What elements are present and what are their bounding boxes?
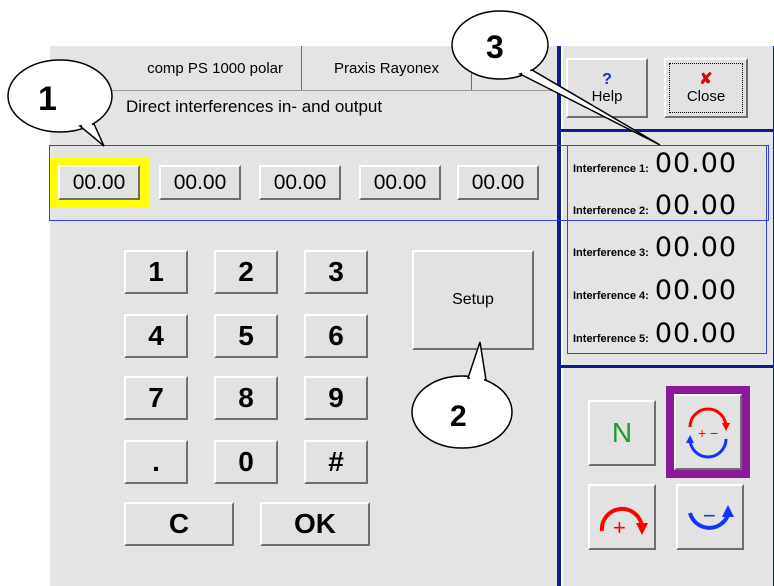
key-8[interactable]: 8 [214,376,278,420]
interference-label: Interference 2: [573,205,649,217]
plus-minus-cycle-icon: + − [686,407,730,459]
key-7[interactable]: 7 [124,376,188,420]
value-box-3[interactable]: 00.00 [259,165,341,200]
key-2[interactable]: 2 [214,250,278,294]
key-3[interactable]: 3 [304,250,368,294]
interference-label: Interference 5: [573,333,649,345]
interference-label: Interference 4: [573,290,649,302]
key-decimal[interactable]: . [124,440,188,484]
tab-label: comp PS 1000 polar [147,59,283,77]
plus-mode-button[interactable]: + [588,484,656,550]
interference-value: 00.00 [654,190,738,221]
divider-vertical-left [557,46,561,586]
clear-button[interactable]: C [124,502,234,546]
key-hash[interactable]: # [304,440,368,484]
interference-value: 00.00 [654,275,738,306]
divider-horizontal-1 [561,129,774,132]
interference-row-3: Interference 3: 00.00 [573,232,737,263]
key-5[interactable]: 5 [214,314,278,358]
page-title: Direct interferences in- and output [126,97,383,116]
value-box-1[interactable]: 00.00 [58,165,140,200]
ok-button[interactable]: OK [260,502,370,546]
minus-mode-button[interactable]: − [676,484,744,550]
key-6[interactable]: 6 [304,314,368,358]
divider-horizontal-2 [561,365,774,368]
plus-sign: + [698,425,706,441]
interference-label: Interference 1: [573,163,649,175]
key-1[interactable]: 1 [124,250,188,294]
help-button[interactable]: ? Help [566,58,648,118]
minus-arc-icon: − [688,503,734,530]
tab-comp-ps-1000-polar[interactable]: comp PS 1000 polar [50,46,302,90]
interference-value: 00.00 [654,232,738,263]
plus-arc-icon: + [599,506,648,540]
close-label: Close [686,87,726,105]
minus-sign: − [710,425,718,441]
question-icon: ? [602,70,612,88]
tab-label: Praxis Rayonex [333,59,440,77]
tab-underline [50,90,557,91]
interference-row-1: Interference 1: 00.00 [573,148,737,179]
close-x-icon: ✘ [699,70,713,88]
setup-button[interactable]: Setup [412,250,534,350]
value-box-2[interactable]: 00.00 [159,165,241,200]
interference-value: 00.00 [654,318,738,349]
key-9[interactable]: 9 [304,376,368,420]
help-label: Help [591,87,623,105]
value-box-5[interactable]: 00.00 [457,165,539,200]
value-box-4[interactable]: 00.00 [359,165,441,200]
plus-minus-mode-button[interactable]: + − [674,394,742,470]
interference-row-2: Interference 2: 00.00 [573,190,737,221]
interference-row-5: Interference 5: 00.00 [573,318,737,349]
n-mode-button[interactable]: N [588,400,656,466]
interference-row-4: Interference 4: 00.00 [573,275,737,306]
key-0[interactable]: 0 [214,440,278,484]
close-button[interactable]: ✘ Close [664,58,748,118]
tab-praxis-rayonex[interactable]: Praxis Rayonex [302,46,472,90]
interference-value: 00.00 [654,148,738,179]
key-4[interactable]: 4 [124,314,188,358]
interference-label: Interference 3: [573,247,649,259]
n-label: N [611,417,633,448]
plus-sign: + [613,515,626,540]
minus-sign: − [703,503,716,528]
